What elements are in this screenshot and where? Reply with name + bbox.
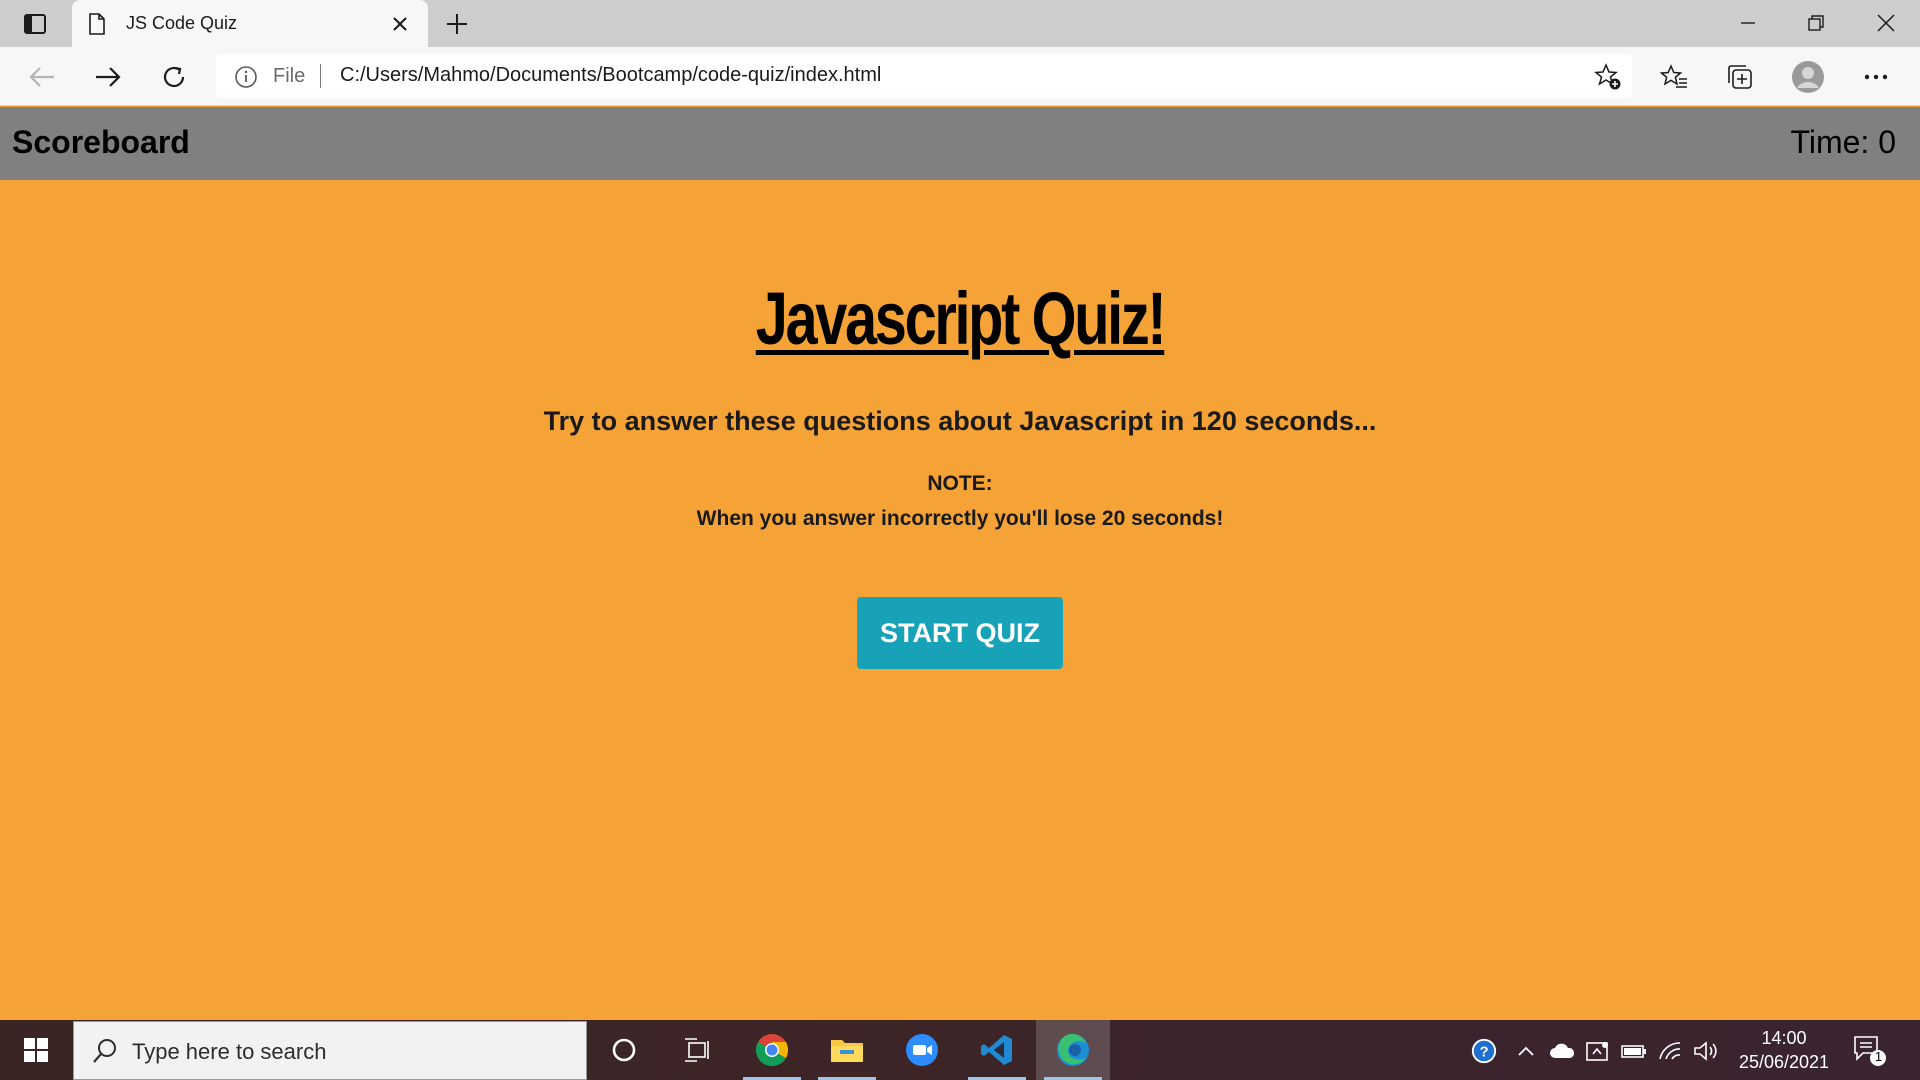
quiz-instructions: Try to answer these questions about Java… <box>543 406 1377 436</box>
page-icon <box>88 13 106 40</box>
clock-time: 14:00 <box>1761 1028 1807 1048</box>
add-favorite-icon[interactable] <box>1594 63 1622 96</box>
svg-text:?: ? <box>1479 1044 1488 1061</box>
browser-tab[interactable]: JS Code Quiz <box>72 0 428 48</box>
help-icon[interactable]: ? <box>1470 1037 1498 1065</box>
address-bar[interactable]: File C:/Users/Mahmo/Documents/Bootcamp/c… <box>216 54 1632 98</box>
restore-icon[interactable] <box>1782 0 1850 46</box>
vscode-icon[interactable] <box>960 1020 1034 1080</box>
site-info-icon[interactable] <box>234 65 258 94</box>
notification-center-icon[interactable]: 1 <box>1852 1034 1888 1068</box>
timer-display: Time: 0 <box>1790 124 1897 160</box>
back-icon[interactable] <box>22 57 62 97</box>
address-separator <box>320 64 321 88</box>
page-header: Scoreboard Time: 0 <box>0 107 1920 180</box>
onedrive-icon[interactable] <box>1548 1037 1576 1065</box>
close-window-icon[interactable] <box>1852 0 1920 46</box>
file-explorer-icon[interactable] <box>810 1020 884 1080</box>
search-placeholder: Type here to search <box>132 1039 327 1064</box>
taskbar-search-box[interactable]: Type here to search <box>73 1021 587 1080</box>
taskbar-clock[interactable]: 14:00 25/06/2021 <box>1724 1026 1844 1074</box>
browser-tab-strip: JS Code Quiz <box>0 0 1920 48</box>
collections-icon[interactable] <box>1722 59 1758 95</box>
forward-icon[interactable] <box>88 57 128 97</box>
start-quiz-button[interactable]: START QUIZ <box>857 597 1063 669</box>
chevron-up-icon[interactable] <box>1512 1037 1540 1065</box>
more-menu-icon[interactable] <box>1858 59 1894 95</box>
cortana-icon[interactable] <box>587 1020 661 1080</box>
notification-count: 1 <box>1874 1049 1883 1064</box>
browser-toolbar: File C:/Users/Mahmo/Documents/Bootcamp/c… <box>0 47 1920 106</box>
chrome-icon[interactable] <box>735 1020 809 1080</box>
quiz-title: Javascript Quiz! <box>755 277 1167 360</box>
zoom-icon[interactable] <box>885 1020 959 1080</box>
battery-icon[interactable] <box>1620 1037 1648 1065</box>
address-scheme: File <box>273 65 306 87</box>
close-tab-icon[interactable] <box>390 14 410 34</box>
taskbar: Type here to search ? 14:00 25/06/2021 1 <box>0 1020 1920 1080</box>
tab-title: JS Code Quiz <box>126 13 238 33</box>
search-icon <box>92 1038 118 1069</box>
tab-actions-icon[interactable] <box>16 10 54 38</box>
volume-icon[interactable] <box>1692 1037 1720 1065</box>
clock-date: 25/06/2021 <box>1738 1052 1830 1072</box>
refresh-icon[interactable] <box>154 57 194 97</box>
favorites-icon[interactable] <box>1656 59 1692 95</box>
task-view-icon[interactable] <box>660 1020 734 1080</box>
edge-icon[interactable] <box>1036 1020 1110 1080</box>
address-url[interactable]: C:/Users/Mahmo/Documents/Bootcamp/code-q… <box>340 64 881 87</box>
minimize-icon[interactable] <box>1714 0 1782 46</box>
system-status-icon[interactable] <box>1584 1037 1612 1065</box>
new-tab-icon[interactable] <box>442 9 472 39</box>
scoreboard-link[interactable]: Scoreboard <box>12 124 190 161</box>
note-text: When you answer incorrectly you'll lose … <box>696 507 1224 530</box>
windows-start-icon[interactable] <box>0 1020 72 1080</box>
wifi-icon[interactable] <box>1656 1037 1684 1065</box>
profile-avatar-icon[interactable] <box>1790 59 1826 95</box>
note-label: NOTE: <box>927 472 993 495</box>
quiz-intro-section: Javascript Quiz! Try to answer these que… <box>0 180 1920 1020</box>
